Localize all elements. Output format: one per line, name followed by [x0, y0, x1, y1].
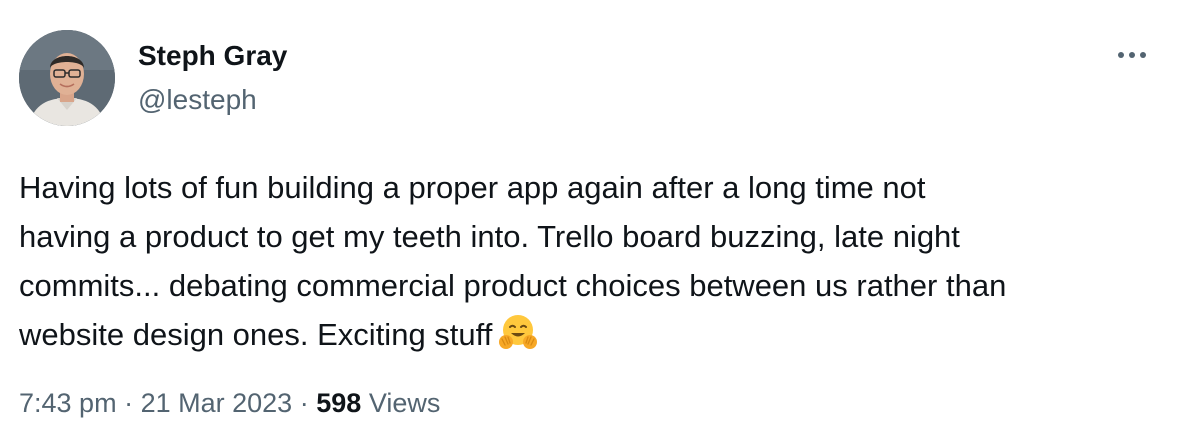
views-count: 598 [316, 388, 362, 418]
hugging-face-emoji-icon [498, 312, 538, 352]
author-name[interactable]: Steph Gray [138, 38, 287, 74]
author-info: Steph Gray @lesteph [138, 38, 287, 118]
meta-separator: · [299, 388, 309, 418]
author-handle[interactable]: @lesteph [138, 82, 287, 118]
tweet-date[interactable]: 21 Mar 2023 [141, 388, 293, 418]
tweet-text-line-content: website design ones. Exciting stuff [19, 317, 493, 352]
tweet-text: Having lots of fun building a proper app… [19, 163, 1159, 359]
tweet-card: Steph Gray @lesteph Having lots of fun b… [0, 0, 1180, 440]
tweet-text-line: having a product to get my teeth into. T… [19, 219, 960, 254]
meta-separator: · [124, 388, 134, 418]
tweet-text-line-last: website design ones. Exciting stuff [19, 310, 1159, 359]
tweet-meta: 7:43 pm · 21 Mar 2023 · 598 Views [19, 383, 440, 423]
profile-photo-icon [19, 30, 115, 126]
tweet-text-line: Having lots of fun building a proper app… [19, 170, 926, 205]
more-options-button[interactable] [1112, 40, 1152, 70]
more-horizontal-icon [1118, 52, 1146, 58]
views-label: Views [368, 388, 441, 418]
tweet-time[interactable]: 7:43 pm [19, 388, 117, 418]
tweet-text-line: commits... debating commercial product c… [19, 268, 1007, 303]
avatar[interactable] [19, 30, 115, 126]
